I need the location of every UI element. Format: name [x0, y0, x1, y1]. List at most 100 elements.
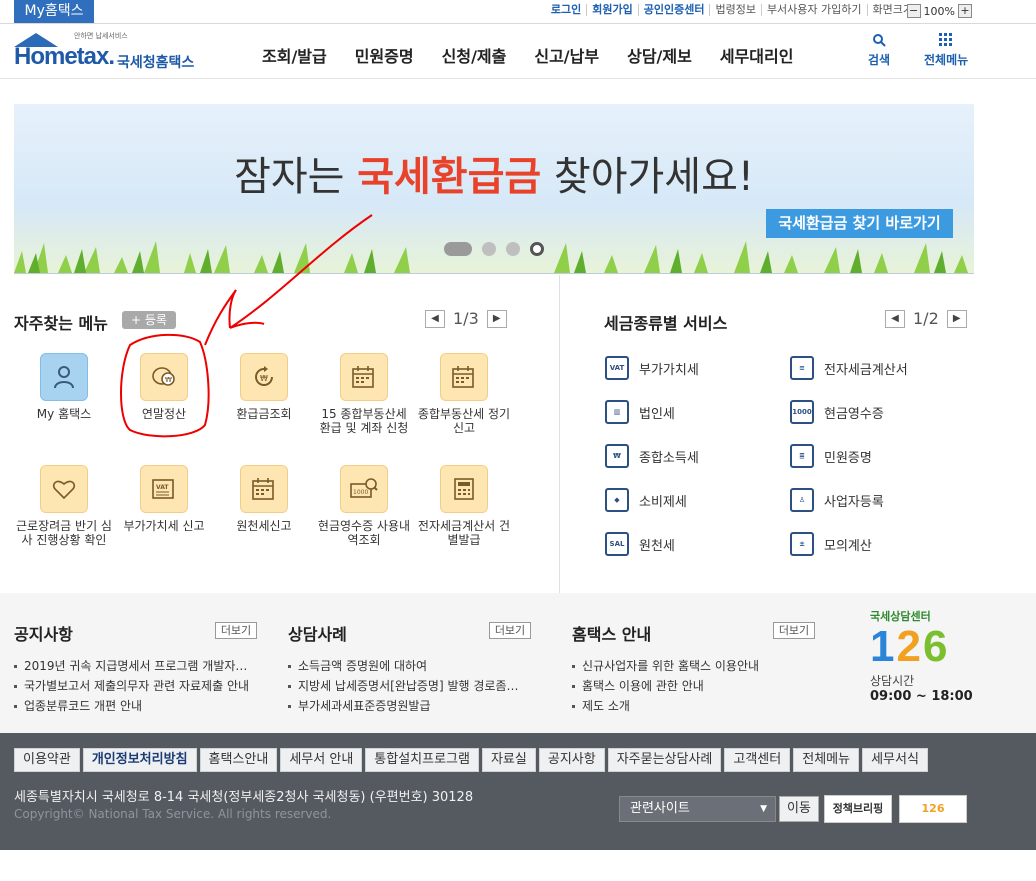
footer-customer-center-link[interactable]: 고객센터 — [724, 748, 791, 772]
next-page-button[interactable]: ▶ — [486, 309, 507, 328]
nav-inquiry-issue[interactable]: 조회/발급 — [248, 43, 341, 67]
footer-hometax-guide-link[interactable]: 홈택스안내 — [199, 748, 278, 772]
tax-withholding[interactable]: SAL 원천세 — [605, 532, 675, 556]
svg-text:1000: 1000 — [353, 489, 368, 496]
nav-apply-submit[interactable]: 신청/제출 — [428, 43, 521, 67]
banner-dot-2[interactable] — [482, 242, 496, 256]
consult-more-button[interactable]: 더보기 — [489, 622, 531, 639]
heart-icon — [40, 465, 88, 513]
footer-library-link[interactable]: 자료실 — [481, 748, 536, 772]
fav-cash-receipt-inquiry[interactable]: 1000 현금영수증 사용내역조회 — [314, 465, 414, 547]
tax-global-income[interactable]: ₩ 종합소득세 — [605, 444, 699, 468]
guide-more-button[interactable]: 더보기 — [773, 622, 815, 639]
related-sites-select[interactable]: 관련사이트 ▼ — [619, 796, 776, 822]
footer-notice-link[interactable]: 공지사항 — [538, 748, 605, 772]
site-footer: 이용약관 개인정보처리방침 홈택스안내 세무서 안내 통합설치프로그램 자료실 … — [0, 733, 1036, 850]
consult-item[interactable]: 소득금액 증명원에 대하여 — [288, 656, 519, 676]
tax-label: 모의계산 — [824, 538, 872, 554]
fav-e-tax-invoice-issue[interactable]: 전자세금계산서 건별발급 — [414, 465, 514, 547]
all-menu-button[interactable]: 전체메뉴 — [924, 33, 968, 68]
my-hometax-tab[interactable]: My홈택스 — [14, 0, 94, 23]
person-icon — [40, 353, 88, 401]
hometax-logo[interactable]: 안하면 납세서비스 Hometax. 국세청홈택스 — [14, 31, 204, 75]
fav-year-end-settlement[interactable]: ₩ 연말정산 — [114, 353, 214, 421]
prev-page-button[interactable]: ◀ — [885, 309, 905, 328]
footer-install-program-link[interactable]: 통합설치프로그램 — [365, 748, 479, 772]
fav-refund-inquiry[interactable]: ₩ 환급금조회 — [214, 353, 314, 421]
search-button[interactable]: 검색 — [868, 33, 890, 68]
fav-vat-return[interactable]: VAT 부가가치세 신고 — [114, 465, 214, 533]
tax-business-registration[interactable]: ♙ 사업자등록 — [790, 488, 884, 512]
fav-label: 부가가치세 신고 — [123, 519, 205, 533]
notice-item[interactable]: 2019년 귀속 지급명세서 프로그램 개발자… — [14, 656, 249, 676]
notice-item[interactable]: 업종분류코드 개편 안내 — [14, 696, 249, 716]
footer-terms-link[interactable]: 이용약관 — [14, 748, 80, 772]
svg-text:₩: ₩ — [260, 374, 268, 383]
tax-label: 종합소득세 — [639, 450, 699, 466]
dept-user-signup-link[interactable]: 부서사용자 가입하기 — [762, 4, 868, 16]
fav-withholding-tax-return[interactable]: 원천세신고 — [214, 465, 314, 533]
tax-simulation[interactable]: ± 모의계산 — [790, 532, 872, 556]
banner-headline: 잠자는 국세환급금 찾아가세요! — [14, 144, 974, 202]
fav-label: 환급금조회 — [236, 407, 292, 421]
signup-link[interactable]: 회원가입 — [587, 4, 639, 16]
chevron-down-icon: ▼ — [760, 804, 767, 814]
fav-label: 현금영수증 사용내역조회 — [317, 519, 411, 547]
invoice-icon: ≡ — [790, 356, 814, 380]
cert-center-link[interactable]: 공인인증센터 — [639, 4, 711, 16]
guide-item[interactable]: 홈택스 이용에 관한 안내 — [572, 676, 759, 696]
consult-item[interactable]: 부가세과세표준증명원발급 — [288, 696, 519, 716]
tax-vat[interactable]: VAT 부가가치세 — [605, 356, 699, 380]
tax-call-center[interactable]: 국세상담센터 126 상담시간 09:00 ~ 18:00 — [870, 608, 980, 704]
fav-earned-income-credit-status[interactable]: 근로장려금 반기 심사 진행상황 확인 — [14, 465, 114, 547]
boards-section: 공지사항 더보기 2019년 귀속 지급명세서 프로그램 개발자… 국가별보고서… — [0, 593, 1036, 733]
nav-tax-agent[interactable]: 세무대리인 — [706, 43, 808, 67]
guide-item[interactable]: 제도 소개 — [572, 696, 759, 716]
tax-label: 민원증명 — [824, 450, 872, 466]
main-banner[interactable]: 잠자는 국세환급금 찾아가세요! 국세환급금 찾기 바로가기 — [14, 104, 974, 274]
calculator-icon: ± — [790, 532, 814, 556]
fav-comprehensive-property-tax-return[interactable]: 종합부동산세 정기신고 — [414, 353, 514, 435]
footer-tax-office-link[interactable]: 세무서 안내 — [280, 748, 363, 772]
tax-civil-certificate[interactable]: ≣ 민원증명 — [790, 444, 872, 468]
tax-label: 원천세 — [639, 538, 675, 554]
footer-all-menu-link[interactable]: 전체메뉴 — [793, 748, 860, 772]
tax-corporate[interactable]: ▥ 법인세 — [605, 400, 675, 424]
fav-comprehensive-property-tax-refund[interactable]: 15 종합부동산세 환급 및 계좌 신청 — [314, 353, 414, 435]
law-info-link[interactable]: 법령정보 — [710, 4, 762, 16]
tax-consumption[interactable]: ◆ 소비제세 — [605, 488, 687, 512]
nav-report-pay[interactable]: 신고/납부 — [520, 43, 613, 67]
zoom-out-button[interactable]: − — [906, 4, 921, 18]
banner-dot-1[interactable] — [444, 242, 472, 256]
nav-civil-certificate[interactable]: 민원증명 — [341, 43, 428, 67]
vat-icon: VAT — [140, 465, 188, 513]
banner-stop-button[interactable] — [530, 242, 544, 256]
fav-label: 근로장려금 반기 심사 진행상황 확인 — [16, 519, 112, 547]
zoom-in-button[interactable]: + — [958, 4, 972, 18]
guide-item[interactable]: 신규사업자를 위한 홈택스 이용안내 — [572, 656, 759, 676]
tax-e-tax-invoice[interactable]: ≡ 전자세금계산서 — [790, 356, 908, 380]
prev-page-button[interactable]: ◀ — [425, 309, 445, 328]
login-link[interactable]: 로그인 — [546, 4, 588, 16]
logo-tagline: 안하면 납세서비스 — [74, 32, 128, 40]
nav-consult-report[interactable]: 상담/제보 — [613, 43, 706, 67]
consult-title: 상담사례 — [288, 625, 347, 644]
tax-service-pager: ◀ 1/2 ▶ — [885, 309, 967, 328]
register-button[interactable]: + 등록 — [122, 311, 176, 329]
notice-item[interactable]: 국가별보고서 제출의무자 관련 자료제출 안내 — [14, 676, 249, 696]
footer-privacy-link[interactable]: 개인정보처리방침 — [82, 748, 197, 772]
policy-briefing-logo[interactable]: 정책브리핑 — [824, 795, 892, 823]
zoom-control: − 100% + — [906, 4, 972, 18]
call-center-126-logo[interactable]: 126 — [899, 795, 967, 823]
person-icon: ♙ — [790, 488, 814, 512]
banner-dot-3[interactable] — [506, 242, 520, 256]
next-page-button[interactable]: ▶ — [946, 309, 967, 328]
fav-label: 연말정산 — [141, 407, 187, 421]
consult-item[interactable]: 지방세 납세증명서[완납증명] 발행 경로좀… — [288, 676, 519, 696]
footer-tax-forms-link[interactable]: 세무서식 — [862, 748, 928, 772]
tax-cash-receipt[interactable]: 1000 현금영수증 — [790, 400, 884, 424]
fav-my-hometax[interactable]: My 홈택스 — [14, 353, 114, 421]
notice-more-button[interactable]: 더보기 — [215, 622, 257, 639]
related-go-button[interactable]: 이동 — [779, 796, 819, 822]
footer-faq-link[interactable]: 자주묻는상담사례 — [607, 748, 722, 772]
